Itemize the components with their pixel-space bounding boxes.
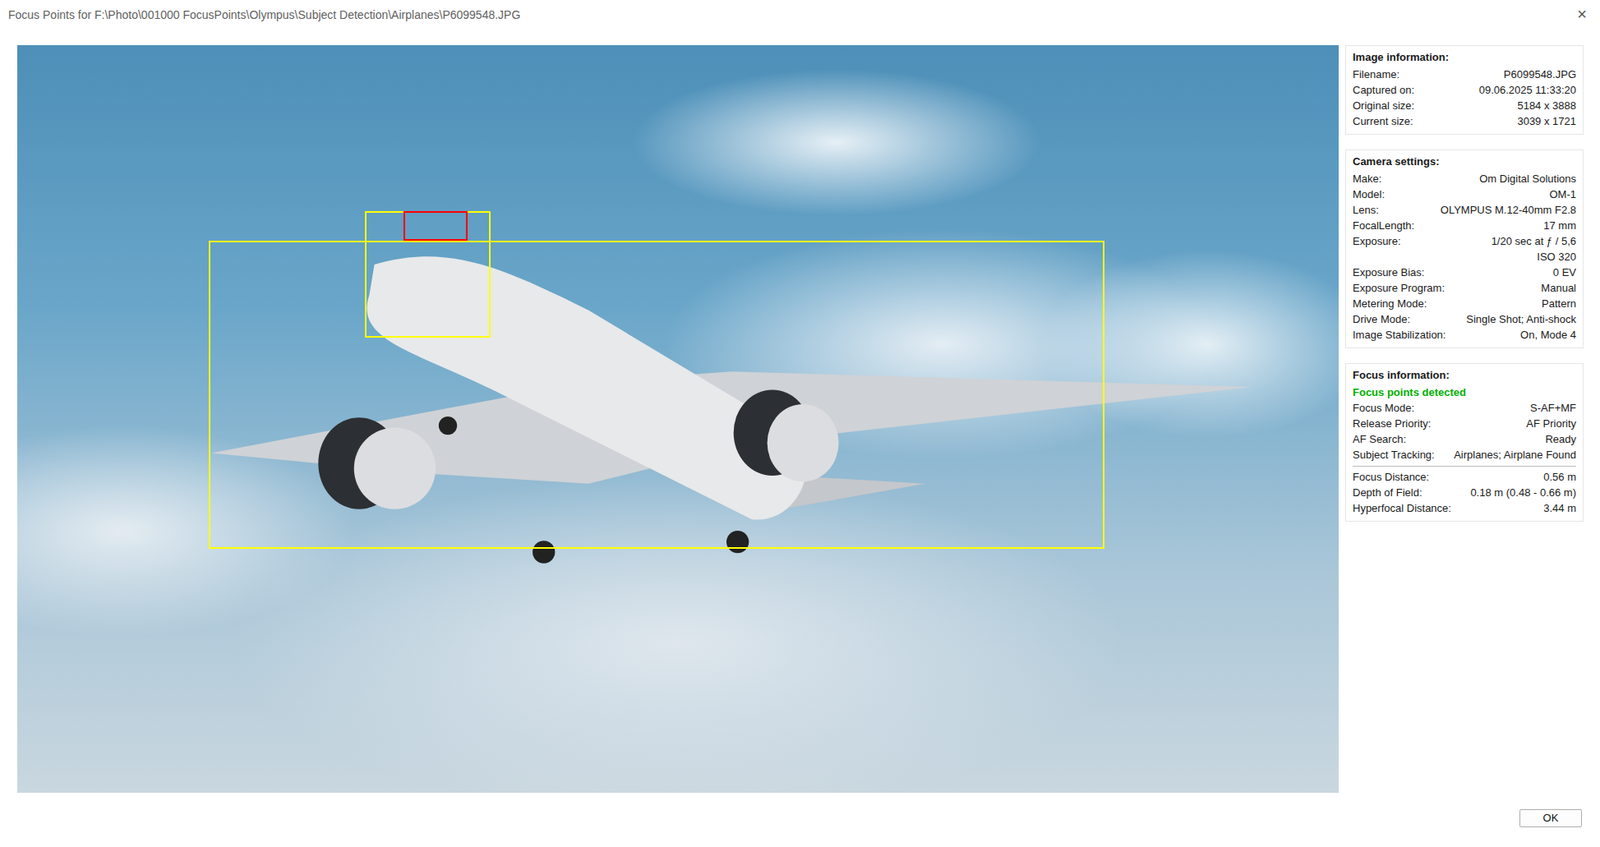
- info-value: Manual: [1540, 280, 1577, 296]
- info-row: Image Stabilization: On, Mode 4: [1352, 327, 1577, 343]
- info-row: Current size: 3039 x 1721: [1352, 113, 1577, 130]
- info-label: Exposure Bias:: [1352, 264, 1425, 281]
- info-row: Subject Tracking: Airplanes; Airplane Fou…: [1352, 447, 1577, 463]
- info-label: Model:: [1352, 186, 1385, 203]
- info-value: 1/20 sec at ƒ / 5,6: [1491, 233, 1577, 249]
- info-row: FocalLength: 17 mm: [1352, 217, 1577, 234]
- focus-status: Focus points detected: [1352, 384, 1577, 401]
- info-label: Release Priority:: [1352, 415, 1431, 432]
- main-area: Image information:Filename:P6099548.JPGC…: [0, 41, 1600, 794]
- subject-frame: [364, 211, 491, 338]
- window-title: Focus Points for F:\Photo\001000 FocusPo…: [8, 6, 521, 24]
- info-row: AF Search: Ready: [1352, 431, 1577, 448]
- info-value: Airplanes; Airplane Found: [1453, 447, 1577, 463]
- focus-point-frame: [403, 211, 469, 241]
- airplane-photo-icon: [17, 45, 1339, 794]
- info-row: Lens: OLYMPUS M.12-40mm F2.8: [1352, 202, 1577, 218]
- info-panel: Image information:Filename:P6099548.JPGC…: [1345, 45, 1584, 794]
- info-value: AF Priority: [1526, 415, 1577, 432]
- info-group: Camera settings:Make: Om Digital Solution…: [1345, 149, 1584, 349]
- info-label: Filename:: [1352, 66, 1400, 83]
- info-label: Focus Mode:: [1352, 400, 1415, 416]
- info-value: ISO 320: [1536, 248, 1577, 265]
- info-row: Depth of Field: 0.18 m (0.48 - 0.66 m): [1352, 484, 1577, 501]
- info-value: 3039 x 1721: [1517, 113, 1577, 130]
- info-row: Focus Mode: S-AF+MF: [1352, 400, 1577, 416]
- info-row: Focus Distance: 0.56 m: [1352, 469, 1577, 485]
- info-group: Image information:Filename:P6099548.JPGC…: [1345, 45, 1584, 135]
- footer: OK: [0, 793, 1600, 828]
- info-label: Exposure:: [1352, 233, 1402, 249]
- info-value: 5184 x 3888: [1517, 97, 1577, 114]
- info-row: Exposure Bias: 0 EV: [1352, 264, 1577, 281]
- info-label: AF Search:: [1352, 431, 1407, 448]
- info-label: Hyperfocal Distance:: [1352, 500, 1452, 517]
- subject-frame: [208, 240, 1105, 550]
- info-label: Original size:: [1352, 97, 1415, 114]
- info-value: Ready: [1544, 431, 1577, 448]
- info-value: 3.44 m: [1543, 500, 1577, 517]
- info-label: Captured on:: [1352, 82, 1415, 98]
- info-row: Captured on: 09.06.2025 11:33:20: [1352, 82, 1577, 98]
- group-title: Focus information:: [1352, 367, 1577, 384]
- info-value: S-AF+MF: [1530, 400, 1577, 416]
- info-value: OM-1: [1549, 186, 1577, 203]
- info-value: On, Mode 4: [1520, 327, 1577, 343]
- close-button[interactable]: ×: [1573, 6, 1591, 22]
- info-group: Focus information:Focus points detectedF…: [1345, 363, 1584, 522]
- info-row: Make: Om Digital Solutions: [1352, 170, 1577, 187]
- info-row: Drive Mode: Single Shot; Anti-shock: [1352, 311, 1577, 328]
- info-label: Make:: [1352, 170, 1382, 187]
- ok-button[interactable]: OK: [1519, 809, 1582, 828]
- info-row: ISO 320: [1352, 248, 1577, 265]
- info-row: Release Priority: AF Priority: [1352, 415, 1577, 432]
- info-value: 09.06.2025 11:33:20: [1479, 82, 1577, 98]
- info-label: Image Stabilization:: [1352, 327, 1446, 343]
- info-value: 0.56 m: [1543, 469, 1577, 485]
- info-label: Current size:: [1352, 113, 1414, 130]
- info-row: Exposure: 1/20 sec at ƒ / 5,6: [1352, 233, 1577, 249]
- info-value: Om Digital Solutions: [1479, 170, 1577, 187]
- info-value: P6099548.JPG: [1503, 66, 1577, 83]
- info-row: Exposure Program: Manual: [1352, 280, 1577, 296]
- info-row: Filename: P6099548.JPG: [1352, 66, 1577, 83]
- info-row: Original size: 5184 x 3888: [1352, 97, 1577, 114]
- info-label: Exposure Program:: [1352, 280, 1445, 296]
- divider: [1352, 465, 1577, 467]
- focus-points-window: Focus Points for F:\Photo\001000 FocusPo…: [0, 0, 1600, 828]
- photo: [17, 45, 1339, 794]
- group-title: Image information:: [1352, 49, 1577, 66]
- info-label: Metering Mode:: [1352, 295, 1427, 312]
- info-label: Subject Tracking:: [1352, 447, 1435, 463]
- info-value: 17 mm: [1543, 217, 1577, 234]
- info-label: FocalLength:: [1352, 217, 1415, 234]
- info-label: Lens:: [1352, 202, 1379, 218]
- info-value: Single Shot; Anti-shock: [1466, 311, 1577, 328]
- info-value: 0.18 m (0.48 - 0.66 m): [1470, 484, 1577, 501]
- info-row: Metering Mode: Pattern: [1352, 295, 1577, 312]
- title-bar: Focus Points for F:\Photo\001000 FocusPo…: [0, 0, 1600, 42]
- info-value: OLYMPUS M.12-40mm F2.8: [1440, 202, 1577, 218]
- group-title: Camera settings:: [1352, 153, 1577, 171]
- info-row: Model: OM-1: [1352, 186, 1577, 203]
- info-label: Focus Distance:: [1352, 469, 1430, 485]
- info-label: Drive Mode:: [1352, 311, 1411, 328]
- info-label: Depth of Field:: [1352, 484, 1423, 501]
- info-value: 0 EV: [1553, 264, 1577, 281]
- info-row: Hyperfocal Distance: 3.44 m: [1352, 500, 1577, 517]
- info-value: Pattern: [1541, 295, 1577, 312]
